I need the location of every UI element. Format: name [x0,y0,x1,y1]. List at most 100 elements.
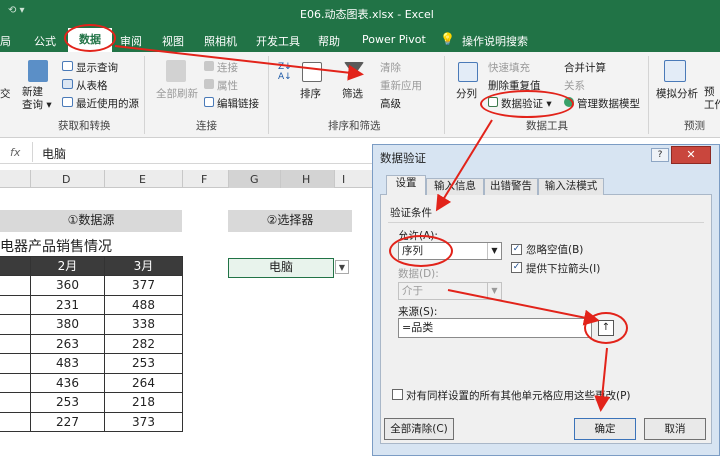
text-to-columns-button[interactable]: 分列 [456,86,477,101]
table-cell[interactable]: 231 [30,294,105,315]
filter-funnel-icon [344,62,364,76]
column-header-e[interactable]: E [139,173,146,186]
tab-formulas[interactable]: 公式 [34,33,56,49]
window-title: E06.动态图表.xlsx - Excel [300,8,434,21]
column-header-f[interactable]: F [201,173,207,186]
column-header-d[interactable]: D [62,173,70,186]
table-cell[interactable] [0,411,31,432]
table-cell[interactable]: 338 [104,314,183,335]
table-header-blank[interactable] [0,256,31,276]
group-label-get-transform: 获取和转换 [58,120,111,132]
table-cell[interactable]: 263 [30,333,105,354]
cancel-button[interactable]: 取消 [644,418,706,440]
connections-icon [204,61,214,71]
ribbon-separator [144,56,145,134]
refresh-all-button[interactable]: 全部刷新 [156,86,198,101]
tab-review[interactable]: 审阅 [120,33,142,49]
chevron-down-icon[interactable]: ▼ [487,243,501,259]
tab-camera[interactable]: 照相机 [204,33,237,49]
ignore-blank-checkbox[interactable]: ✓ [511,244,522,255]
connections-button[interactable]: 连接 [217,60,238,75]
from-table-button[interactable]: 从表格 [76,78,108,93]
table-cell[interactable]: 218 [104,392,183,413]
table-cell[interactable]: 282 [104,333,183,354]
table-cell[interactable]: 253 [104,353,183,374]
reapply-button[interactable]: 重新应用 [380,78,422,93]
new-query-button[interactable]: 新建 查询 ▾ [22,86,52,112]
table-cell[interactable]: 253 [30,392,105,413]
in-cell-dropdown-checkbox[interactable]: ✓ [511,262,522,273]
table-cell[interactable]: 380 [30,314,105,335]
table-cell[interactable] [0,353,31,374]
sort-button[interactable]: 排序 [300,86,321,101]
table-cell[interactable] [0,392,31,413]
tell-me-search[interactable]: 操作说明搜索 [462,33,528,49]
sort-az-icon[interactable]: Z↓ A↓ [278,62,292,82]
selector-cell[interactable]: 电脑 [228,258,334,278]
show-queries-icon [62,61,73,71]
clear-filter-button[interactable]: 清除 [380,60,401,75]
table-cell[interactable] [0,314,31,335]
data-label: 数据(D): [398,268,439,280]
group-label-data-tools: 数据工具 [526,120,568,132]
consolidate-button[interactable]: 合并计算 [564,60,606,75]
what-if-icon [664,60,686,82]
table-cell[interactable]: 264 [104,372,183,393]
tab-layout[interactable]: 局 [0,33,11,49]
ribbon-separator [444,56,445,134]
help-icon[interactable]: ? [651,148,669,162]
chevron-down-icon[interactable]: ▼ [487,283,501,299]
quick-access-toolbar[interactable]: ⟲ ▾ [8,5,25,16]
column-header-i[interactable]: I [342,173,345,186]
formula-input[interactable]: 电脑 [42,145,66,162]
table-cell[interactable]: 436 [30,372,105,393]
source-input[interactable]: =品类 [398,318,592,338]
excel-window: ⟲ ▾ E06.动态图表.xlsx - Excel 局 公式 数据 审阅 视图 … [0,0,720,456]
tab-help[interactable]: 帮助 [318,33,340,49]
column-header-h[interactable]: H [302,173,310,186]
tab-ime-mode[interactable]: 输入法模式 [538,178,604,195]
table-cell[interactable] [0,294,31,315]
tab-developer[interactable]: 开发工具 [256,33,300,49]
table-cell[interactable] [0,372,31,393]
tab-power-pivot[interactable]: Power Pivot [362,33,426,46]
table-cell[interactable]: 483 [30,353,105,374]
apply-to-all-checkbox[interactable] [392,389,403,400]
table-cell[interactable]: 377 [104,275,183,296]
selector-header[interactable]: ②选择器 [228,210,352,232]
table-header-mar[interactable]: 3月 [104,256,183,276]
table-cell[interactable]: 488 [104,294,183,315]
table-cell[interactable] [0,333,31,354]
tab-settings[interactable]: 设置 [386,175,426,195]
table-cell[interactable]: 373 [104,411,183,432]
data-source-header[interactable]: ①数据源 [0,210,182,232]
fx-icon[interactable]: fx [10,146,20,159]
tab-error-alert[interactable]: 出错警告 [484,178,538,195]
clear-all-button[interactable]: 全部清除(C) [384,418,454,440]
table-cell[interactable]: 227 [30,411,105,432]
relationships-button[interactable]: 关系 [564,78,585,93]
recent-sources-button[interactable]: 最近使用的源 [76,96,139,111]
table-cell[interactable] [0,275,31,296]
what-if-analysis-button[interactable]: 模拟分析 [656,86,698,101]
cell-dropdown-arrow-icon[interactable]: ▼ [335,260,349,274]
tab-input-message[interactable]: 输入信息 [426,178,484,195]
sales-table-title[interactable]: 电器产品销售情况 [0,236,112,256]
ribbon-left-edge: 交 [0,88,11,100]
close-icon[interactable]: ✕ [671,146,711,164]
table-header-feb[interactable]: 2月 [30,256,105,276]
column-header-g[interactable]: G [250,173,259,186]
filter-button[interactable]: 筛选 [342,86,363,101]
manage-data-model-button[interactable]: 管理数据模型 [577,96,640,111]
forecast-sheet-button[interactable]: 预 工作 [704,86,720,112]
flash-fill-button[interactable]: 快速填充 [488,60,530,75]
table-icon [62,79,73,89]
tab-view[interactable]: 视图 [162,33,184,49]
advanced-filter-button[interactable]: 高级 [380,96,401,111]
edit-links-button[interactable]: 编辑链接 [217,96,259,111]
properties-button[interactable]: 属性 [217,78,238,93]
ok-button[interactable]: 确定 [574,418,636,440]
show-queries-button[interactable]: 显示查询 [76,60,118,75]
data-select[interactable]: 介于 ▼ [398,282,502,300]
table-cell[interactable]: 360 [30,275,105,296]
